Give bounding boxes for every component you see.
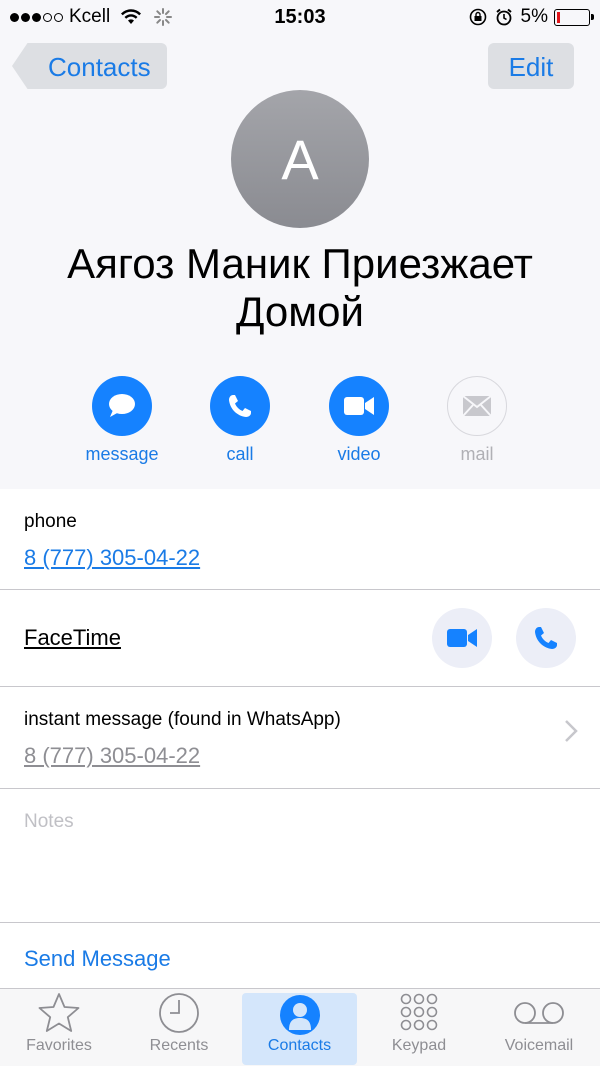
tab-recents[interactable]: Recents bbox=[120, 989, 238, 1066]
mail-action: mail bbox=[427, 376, 527, 465]
chevron-right-icon[interactable] bbox=[564, 717, 578, 751]
facetime-video-button[interactable] bbox=[432, 608, 492, 668]
status-right: 5% bbox=[469, 6, 594, 28]
phone-icon[interactable] bbox=[210, 376, 270, 436]
divider bbox=[0, 686, 600, 687]
video-camera-icon[interactable] bbox=[446, 627, 478, 649]
avatar: A bbox=[231, 90, 369, 228]
voicemail-icon[interactable] bbox=[480, 989, 598, 1037]
back-button-label[interactable]: Contacts bbox=[48, 52, 151, 83]
video-action-label[interactable]: video bbox=[309, 444, 409, 465]
person-icon[interactable] bbox=[242, 993, 357, 1037]
tab-label[interactable]: Favorites bbox=[0, 1037, 118, 1055]
tab-label[interactable]: Recents bbox=[120, 1037, 238, 1055]
message-action[interactable]: message bbox=[72, 376, 172, 465]
clock-icon[interactable] bbox=[120, 989, 238, 1037]
keypad-icon[interactable] bbox=[360, 989, 478, 1037]
message-icon[interactable] bbox=[92, 376, 152, 436]
avatar-initial: A bbox=[281, 127, 319, 191]
battery-percent: 5% bbox=[520, 6, 548, 27]
video-action[interactable]: video bbox=[309, 376, 409, 465]
tab-bar: Favorites Recents Contacts Keypad Voicem… bbox=[0, 988, 600, 1066]
facetime-audio-button[interactable] bbox=[516, 608, 576, 668]
status-bar: Kcell 15:03 5% bbox=[0, 0, 600, 34]
call-action[interactable]: call bbox=[190, 376, 290, 465]
alarm-icon bbox=[495, 8, 513, 26]
tab-favorites[interactable]: Favorites bbox=[0, 989, 118, 1066]
notes-field[interactable]: Notes bbox=[24, 811, 74, 833]
mail-action-label: mail bbox=[460, 444, 494, 464]
facetime-label[interactable]: FaceTime bbox=[24, 625, 121, 651]
phone-icon[interactable] bbox=[532, 624, 560, 652]
battery-icon bbox=[554, 8, 594, 26]
contact-header: Contacts Edit A Аягоз Маник Приезжает До… bbox=[0, 34, 600, 489]
video-camera-icon[interactable] bbox=[329, 376, 389, 436]
message-action-label[interactable]: message bbox=[72, 444, 172, 465]
phone-label: phone bbox=[24, 511, 77, 532]
tab-label[interactable]: Contacts bbox=[242, 1037, 357, 1055]
star-icon[interactable] bbox=[0, 989, 118, 1037]
divider bbox=[0, 922, 600, 923]
rotation-lock-icon bbox=[469, 8, 487, 26]
tab-label[interactable]: Keypad bbox=[360, 1037, 478, 1055]
mail-icon bbox=[447, 376, 507, 436]
divider bbox=[0, 589, 600, 590]
call-action-label[interactable]: call bbox=[190, 444, 290, 465]
divider bbox=[0, 788, 600, 789]
instant-message-number[interactable]: 8 (777) 305-04-22 bbox=[24, 743, 200, 769]
contact-name: Аягоз Маник Приезжает Домой bbox=[67, 240, 533, 335]
edit-button-label[interactable]: Edit bbox=[488, 52, 574, 83]
tab-keypad[interactable]: Keypad bbox=[360, 989, 478, 1066]
tab-contacts[interactable]: Contacts bbox=[242, 993, 357, 1065]
phone-number-link[interactable]: 8 (777) 305-04-22 bbox=[24, 545, 200, 571]
tab-label[interactable]: Voicemail bbox=[480, 1037, 598, 1055]
send-message-button[interactable]: Send Message bbox=[24, 946, 171, 972]
instant-message-label[interactable]: instant message (found in WhatsApp) bbox=[24, 709, 341, 731]
tab-voicemail[interactable]: Voicemail bbox=[480, 989, 598, 1066]
